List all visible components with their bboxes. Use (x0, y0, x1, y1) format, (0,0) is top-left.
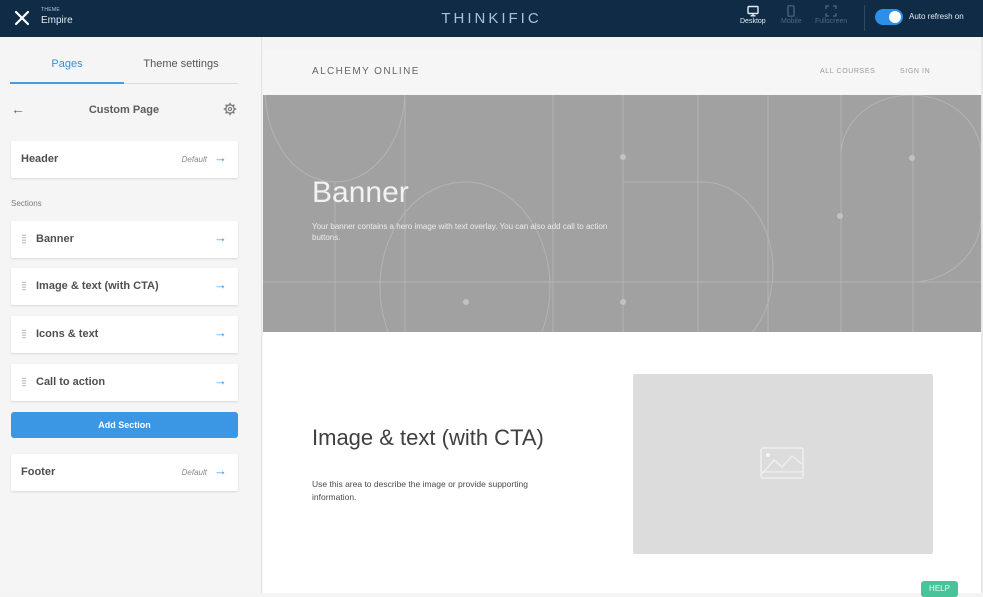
image-placeholder[interactable] (633, 374, 933, 554)
device-mobile-button[interactable]: Mobile (781, 5, 802, 25)
section-label: Image & text (with CTA) (36, 280, 159, 292)
device-desktop-label: Desktop (740, 18, 766, 25)
banner-pattern (263, 95, 981, 332)
site-preview: ALCHEMY ONLINE ALL COURSES SIGN IN Banne… (263, 50, 981, 593)
arrow-right-icon: → (214, 150, 227, 165)
footer-default-badge: Default (181, 468, 207, 477)
banner-text: Your banner contains a hero image with t… (312, 222, 608, 242)
section-item-call-to-action[interactable]: Call to action → (11, 364, 238, 401)
auto-refresh-toggle[interactable] (875, 9, 903, 25)
gear-icon[interactable] (223, 102, 237, 116)
arrow-right-icon: → (214, 373, 227, 388)
banner-section[interactable]: Banner Your banner contains a hero image… (263, 95, 981, 332)
close-icon[interactable] (13, 9, 31, 27)
section-item-banner[interactable]: Banner → (11, 221, 238, 258)
theme-label: THEME (41, 7, 60, 13)
help-button[interactable]: HELP (921, 581, 958, 597)
tab-pages[interactable]: Pages (10, 37, 124, 84)
nav-all-courses[interactable]: ALL COURSES (820, 68, 875, 75)
auto-refresh-label: Auto refresh on (909, 12, 964, 21)
mobile-icon (787, 5, 795, 17)
section-label: Icons & text (36, 328, 99, 340)
image-icon (760, 447, 804, 479)
fullscreen-icon (825, 5, 837, 17)
page-title: Custom Page (88, 104, 160, 116)
page-subheader: ← Custom Page (0, 97, 250, 123)
drag-handle-icon[interactable] (22, 234, 26, 244)
device-mobile-label: Mobile (781, 18, 802, 25)
section-item-icons-text[interactable]: Icons & text → (11, 316, 238, 353)
site-name[interactable]: ALCHEMY ONLINE (312, 66, 420, 77)
section-label: Call to action (36, 376, 106, 388)
header-default-badge: Default (181, 155, 207, 164)
sidebar: Pages Theme settings ← Custom Page Heade… (0, 37, 262, 593)
arrow-right-icon: → (214, 325, 227, 340)
header-card[interactable]: Header Default → (11, 141, 238, 178)
drag-handle-icon[interactable] (22, 281, 26, 291)
footer-card-label: Footer (21, 466, 56, 478)
image-text-description: Use this area to describe the image or p… (312, 479, 528, 502)
toggle-knob (889, 11, 901, 23)
divider (864, 5, 865, 31)
arrow-right-icon: → (214, 463, 227, 478)
device-desktop-button[interactable]: Desktop (740, 5, 766, 25)
arrow-right-icon: → (214, 277, 227, 292)
tab-theme-settings[interactable]: Theme settings (124, 37, 238, 84)
image-text-title: Image & text (with CTA) (312, 425, 544, 450)
header-card-label: Header (21, 153, 59, 165)
add-section-button[interactable]: Add Section (11, 412, 238, 438)
footer-card[interactable]: Footer Default → (11, 454, 238, 491)
section-item-image-text[interactable]: Image & text (with CTA) → (11, 268, 238, 305)
device-fullscreen-label: Fullscreen (815, 18, 848, 25)
device-fullscreen-button[interactable]: Fullscreen (815, 5, 847, 25)
drag-handle-icon[interactable] (22, 329, 26, 339)
desktop-icon (747, 5, 759, 17)
theme-info: THEME Empire (41, 7, 73, 27)
site-header: ALCHEMY ONLINE ALL COURSES SIGN IN (263, 50, 981, 95)
theme-name: Empire (41, 15, 73, 26)
drag-handle-icon[interactable] (22, 377, 26, 387)
nav-sign-in[interactable]: SIGN IN (900, 68, 930, 75)
arrow-right-icon: → (214, 230, 227, 245)
banner-title: Banner (312, 176, 409, 209)
section-label: Banner (36, 233, 74, 245)
sidebar-tabs: Pages Theme settings (10, 37, 238, 84)
top-bar: THEME Empire THINKIFIC Desktop Mobile Fu… (0, 0, 983, 37)
sections-heading: Sections (11, 199, 42, 208)
